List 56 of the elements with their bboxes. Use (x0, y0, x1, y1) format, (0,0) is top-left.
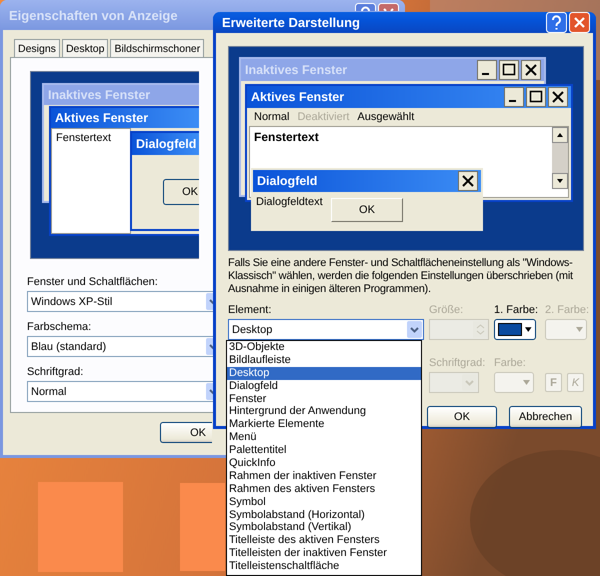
maximize-icon (526, 87, 546, 107)
dialog-title: Dialogfeld (257, 174, 318, 188)
tab[interactable]: Bildschirmschoner (110, 39, 204, 57)
list-option[interactable]: Rahmen der inaktiven Fenster (227, 470, 421, 483)
maximize-icon (499, 60, 519, 80)
scrollbar-icon (552, 127, 568, 189)
ok-button[interactable]: OK (160, 422, 212, 443)
field-label: Schriftgrad: (27, 366, 84, 378)
window-title: Inaktives Fenster (245, 63, 348, 77)
list-option[interactable]: 3D-Objekte (227, 341, 421, 354)
field-label: 1. Farbe: (494, 304, 538, 316)
dialog-title: Dialogfeld (136, 137, 196, 151)
minimize-icon (504, 87, 524, 107)
list-option[interactable]: Symbol (227, 496, 421, 509)
info-text: Falls Sie eine andere Fenster- und Schaltflächeneinstellung als "Windows-Klassisch" wählen, werden die folgenden Einstellungen überschrieben (mit Ausnahme in einigen älteren Programmen). (228, 257, 574, 296)
field-label: Farbe: (494, 357, 526, 369)
list-option[interactable]: Bildlaufleiste (227, 354, 421, 367)
field-label: Größe: (429, 304, 464, 316)
list-option[interactable]: Dialogfeld (227, 380, 421, 393)
field-label: Fenster und Schaltflächen: (27, 276, 158, 288)
field-label: Element: (228, 304, 272, 316)
window-title: Erweiterte Darstellung (222, 15, 361, 30)
list-option[interactable]: Titelleisten der inaktiven Fenster (227, 547, 421, 560)
minimize-icon (477, 60, 497, 80)
list-option[interactable]: Menü (227, 431, 421, 444)
window-text: Fenstertext (56, 132, 112, 144)
list-option[interactable]: Palettentitel (227, 444, 421, 458)
window-title: Aktives Fenster (251, 90, 344, 104)
dialog-text: Dialogfeldtext (256, 196, 323, 208)
list-option[interactable]: Symbolabstand (Horizontal) (227, 508, 421, 522)
list-option[interactable]: Titelleistenschaltfläche (227, 560, 421, 574)
list-option[interactable]: Hintergrund der Anwendung (227, 405, 421, 418)
tab[interactable]: Desktop (62, 39, 108, 57)
ok-button[interactable]: OK (427, 406, 497, 428)
field-label: Farbschema: (27, 321, 92, 333)
list-option[interactable]: QuickInfo (227, 457, 421, 470)
menu-item: Deaktiviert (297, 111, 350, 123)
list-option[interactable]: Desktop (227, 366, 421, 380)
color-picker[interactable] (494, 319, 536, 340)
cancel-button[interactable]: Abbrechen (509, 406, 582, 428)
list-option[interactable]: Rahmen des aktiven Fensters (227, 482, 421, 496)
list-option[interactable]: Markierte Elemente (227, 418, 421, 432)
window-title: Aktives Fenster (55, 111, 148, 125)
list-option[interactable]: Symbolabstand (Vertikal) (227, 521, 421, 534)
dropdown-caret-icon[interactable] (525, 326, 532, 332)
window-title: Inaktives Fenster (48, 88, 150, 102)
field-label: 2. Farbe: (545, 304, 590, 316)
window-text: Fenstertext (254, 130, 319, 144)
field-label: Schriftgrad: (429, 357, 486, 369)
dropdown[interactable]: Blau (standard) (27, 336, 214, 357)
tab[interactable]: Designs (14, 39, 60, 57)
list-option[interactable]: Fenster (227, 392, 421, 406)
list-option[interactable]: Titelleiste des aktiven Fensters (227, 534, 421, 548)
dropdown[interactable]: Windows XP-Stil (27, 291, 214, 312)
element-dropdown[interactable]: Desktop (228, 319, 424, 340)
dropdown[interactable]: Normal (27, 381, 214, 402)
